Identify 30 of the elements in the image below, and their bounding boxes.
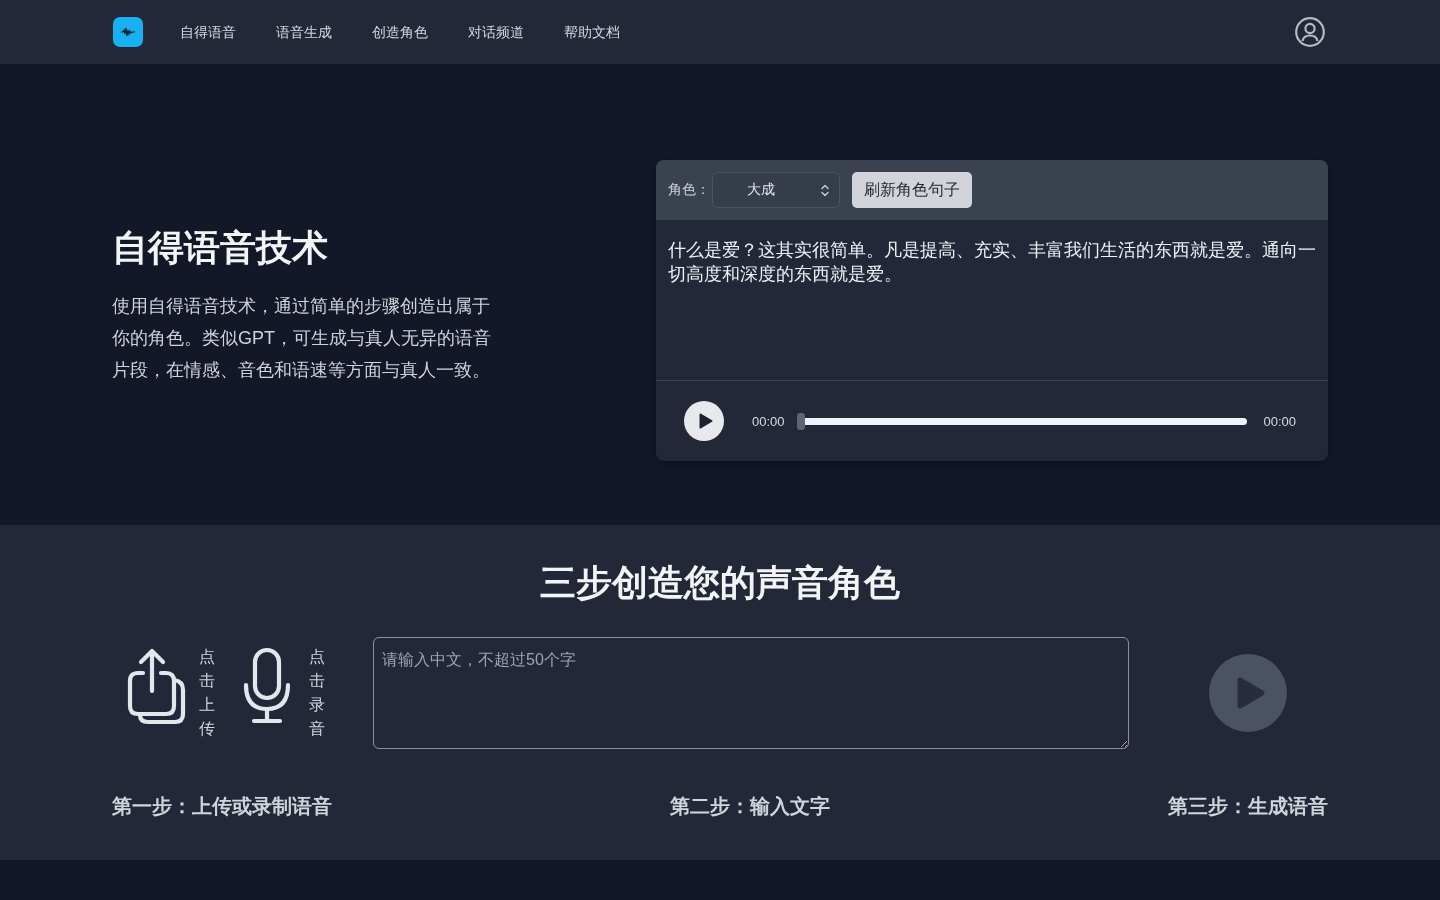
microphone-icon (242, 647, 292, 725)
nav-link[interactable]: 自得语音 (180, 22, 236, 42)
step-label: 第一步：上传或录制语音 (112, 794, 332, 819)
user-account-icon[interactable] (1295, 17, 1325, 47)
nav-link[interactable]: 对话频道 (468, 22, 524, 42)
play-icon (1237, 677, 1265, 709)
section-title: 三步创造您的声音角色 (540, 561, 900, 605)
play-icon (698, 413, 713, 429)
total-time: 00:00 (1263, 413, 1296, 429)
nav-link[interactable]: 语音生成 (276, 22, 332, 42)
step-label: 第三步：生成语音 (1168, 794, 1328, 819)
sentence-text: 什么是爱？这其实很简单。凡是提高、充实、丰富我们生活的东西就是爱。通向一切高度和深度的东西就是爱。 (668, 239, 1316, 286)
hero-title: 自得语音技术 (112, 225, 328, 270)
text-input-field[interactable]: 请输入中文，不超过50个字 (373, 637, 1129, 749)
elapsed-time: 00:00 (752, 413, 785, 429)
hero-description: 使用自得语音技术，通过简单的步骤创造出属于你的角色。类似GPT，可生成与真人无异的语音片段，在情感、音色和语速等方面与真人一致。 (112, 294, 492, 382)
role-label: 角色： (668, 181, 710, 199)
role-select[interactable]: 大成 (712, 172, 840, 208)
step-label: 第二步：输入文字 (670, 794, 830, 819)
nav-link[interactable]: 帮助文档 (564, 22, 620, 42)
logo-icon[interactable] (113, 17, 143, 47)
upload-icon (127, 647, 187, 725)
slider-thumb[interactable] (796, 412, 805, 430)
chevron-updown-icon (821, 183, 829, 197)
nav-link[interactable]: 创造角色 (372, 22, 428, 42)
seek-slider-track[interactable] (804, 417, 1248, 425)
record-button[interactable]: 点击录音 (242, 645, 325, 741)
upload-button[interactable]: 点击上传 (127, 645, 215, 741)
play-button[interactable] (684, 401, 724, 441)
refresh-button[interactable]: 刷新角色句子 (852, 172, 972, 208)
